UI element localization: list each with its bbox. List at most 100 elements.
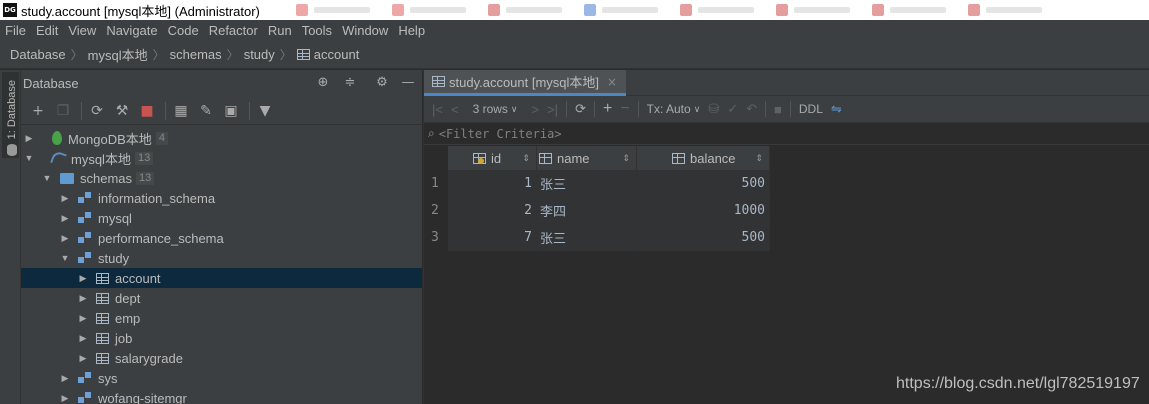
tree-item-mongodb[interactable]: ▶ MongoDB本地 4 [21, 128, 422, 148]
expand-arrow-icon[interactable]: ▶ [78, 333, 88, 344]
tree-item-schema-study[interactable]: ▼ study [21, 248, 422, 268]
schema-icon [78, 192, 92, 204]
menu-view[interactable]: View [68, 23, 96, 38]
menu-tools[interactable]: Tools [302, 23, 332, 38]
expand-arrow-icon[interactable]: ▶ [60, 193, 70, 204]
breadcrumb-table[interactable]: account [296, 47, 359, 62]
editor-tab-study-account[interactable]: study.account [mysql本地] × [424, 70, 626, 96]
table-cell-balance[interactable]: 500 [637, 224, 770, 251]
tree-item-label: job [115, 330, 133, 346]
sort-icon[interactable]: ⇕ [522, 153, 530, 164]
expand-arrow-icon[interactable]: ▶ [60, 233, 70, 244]
menu-file[interactable]: File [5, 23, 26, 38]
previous-page-icon[interactable]: < [451, 99, 459, 119]
tree-item-table-account[interactable]: ▶ account [21, 268, 422, 288]
table-cell-id[interactable]: 2 [448, 197, 537, 224]
collapse-arrow-icon[interactable]: ▼ [24, 153, 34, 163]
first-page-icon[interactable]: |< [432, 99, 443, 119]
tree-item-schema[interactable]: ▶ information_schema [21, 188, 422, 208]
database-tool-tab[interactable]: 1: Database [2, 72, 19, 158]
schema-sync-icon[interactable]: ⚒ [111, 100, 133, 122]
row-number[interactable]: 1 [424, 170, 448, 197]
menu-code[interactable]: Code [168, 23, 199, 38]
menu-edit[interactable]: Edit [36, 23, 58, 38]
column-header-id[interactable]: id ⇕ [448, 146, 537, 170]
transaction-mode-dropdown[interactable]: Tx: Auto ∨ [647, 99, 701, 119]
tree-item-table[interactable]: ▶ job [21, 328, 422, 348]
tree-item-label: schemas [80, 170, 133, 186]
stop-icon[interactable]: ■ [136, 100, 158, 122]
menu-window[interactable]: Window [342, 23, 388, 38]
column-header-name[interactable]: name ⇕ [537, 146, 637, 170]
tree-item-schema[interactable]: ▶ performance_schema [21, 228, 422, 248]
table-cell-name[interactable]: 张三 [537, 170, 637, 197]
filter-bar: ⌕ <Filter Criteria> [424, 123, 1149, 145]
gear-icon[interactable]: ⚙ [374, 75, 390, 91]
table-editor-icon[interactable]: ▦ [170, 100, 192, 122]
row-number[interactable]: 2 [424, 197, 448, 224]
column-header-balance[interactable]: balance ⇕ [637, 146, 770, 170]
table-cell-id[interactable]: 7 [448, 224, 537, 251]
expand-arrow-icon[interactable]: ▶ [60, 393, 70, 404]
expand-arrow-icon[interactable]: ▶ [78, 293, 88, 304]
expand-arrow-icon[interactable]: ▶ [78, 313, 88, 324]
compare-icon[interactable]: ⇋ [831, 99, 842, 119]
collapse-arrow-icon[interactable]: ▼ [60, 253, 70, 263]
collapse-arrow-icon[interactable]: ▼ [42, 173, 52, 183]
edit-icon[interactable]: ✎ [195, 100, 217, 122]
hide-panel-icon[interactable]: — [400, 75, 416, 91]
sort-icon[interactable]: ⇕ [755, 153, 763, 164]
refresh-icon[interactable]: ⟳ [86, 100, 108, 122]
table-cell-balance[interactable]: 500 [637, 170, 770, 197]
row-number[interactable]: 3 [424, 224, 448, 251]
close-icon[interactable]: × [607, 75, 617, 89]
table-cell-name[interactable]: 张三 [537, 224, 637, 251]
menu-run[interactable]: Run [268, 23, 292, 38]
rows-count-dropdown[interactable]: 3 rows ∨ [473, 99, 518, 119]
add-row-icon[interactable]: + [603, 99, 612, 119]
menu-refactor[interactable]: Refactor [209, 23, 258, 38]
rollback-icon[interactable]: ↶ [746, 99, 757, 119]
expand-arrow-icon[interactable]: ▶ [78, 353, 88, 364]
console-icon[interactable]: ▣ [220, 100, 242, 122]
add-icon[interactable]: + [27, 100, 49, 122]
tree-item-label: mysql [98, 210, 132, 226]
breadcrumb-datasource[interactable]: mysql本地 [88, 45, 148, 64]
stop-icon[interactable]: ■ [774, 99, 782, 119]
refresh-icon[interactable]: ⟳ [575, 99, 586, 119]
ddl-button[interactable]: DDL [799, 99, 823, 119]
tree-item-table[interactable]: ▶ emp [21, 308, 422, 328]
expand-arrow-icon[interactable]: ▶ [24, 133, 34, 144]
tree-item-schema[interactable]: ▶ mysql [21, 208, 422, 228]
tree-item-table[interactable]: ▶ dept [21, 288, 422, 308]
commit-db-icon[interactable]: ⛁ [708, 99, 719, 119]
tree-item-schema[interactable]: ▶ sys [21, 368, 422, 388]
table-cell-name[interactable]: 李四 [537, 197, 637, 224]
menu-navigate[interactable]: Navigate [106, 23, 157, 38]
breadcrumb-schema[interactable]: study [244, 47, 275, 62]
locate-icon[interactable]: ⊕ [315, 75, 331, 91]
table-cell-id[interactable]: 1 [448, 170, 537, 197]
copy-icon[interactable]: ❐ [52, 100, 74, 122]
next-page-icon[interactable]: > [532, 99, 540, 119]
tree-item-table[interactable]: ▶ salarygrade [21, 348, 422, 368]
last-page-icon[interactable]: >| [547, 99, 558, 119]
delete-row-icon[interactable]: − [620, 99, 629, 119]
breadcrumb-schemas[interactable]: schemas [170, 47, 222, 62]
expand-arrow-icon[interactable]: ▶ [78, 273, 88, 284]
tree-item-label: wofang-sitemgr [98, 390, 187, 404]
table-cell-balance[interactable]: 1000 [637, 197, 770, 224]
filter-icon[interactable]: ▼ [254, 100, 276, 122]
tree-item-mysql-datasource[interactable]: ▼ mysql本地 13 [21, 148, 422, 168]
sort-icon[interactable]: ⇕ [622, 153, 630, 164]
breadcrumb-database[interactable]: Database [10, 47, 66, 62]
expand-arrow-icon[interactable]: ▶ [60, 213, 70, 224]
collapse-all-icon[interactable]: ≑ [342, 75, 358, 91]
tree-item-schemas[interactable]: ▼ schemas 13 [21, 168, 422, 188]
menu-help[interactable]: Help [398, 23, 425, 38]
filter-criteria-input[interactable]: <Filter Criteria> [439, 127, 562, 141]
commit-check-icon[interactable]: ✓ [727, 99, 738, 119]
tree-item-schema[interactable]: ▶ wofang-sitemgr [21, 388, 422, 404]
transaction-mode-label: Tx: Auto [646, 102, 691, 116]
expand-arrow-icon[interactable]: ▶ [60, 373, 70, 384]
